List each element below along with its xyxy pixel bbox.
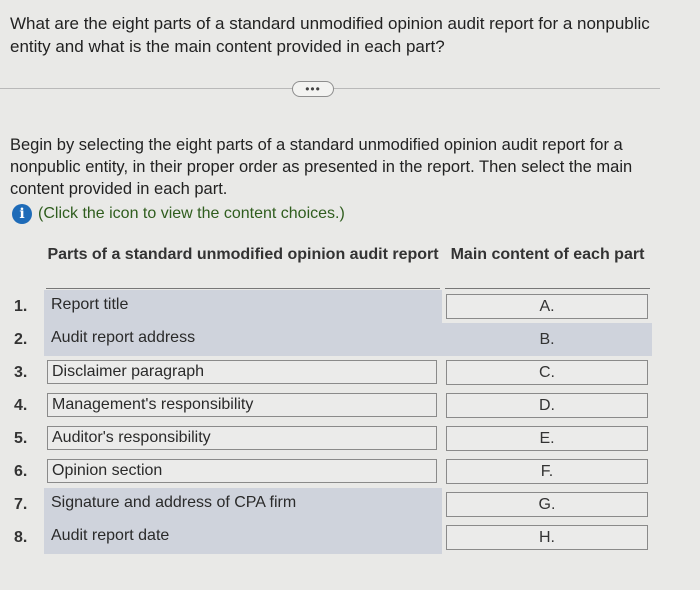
part-select[interactable]: Management's responsibility bbox=[47, 393, 437, 417]
table-row: 2. Audit report address B. bbox=[0, 323, 660, 356]
row-number: 6. bbox=[14, 463, 28, 480]
info-icon[interactable]: i bbox=[12, 204, 32, 224]
part-select[interactable]: Audit report date bbox=[47, 525, 437, 549]
content-select[interactable]: E. bbox=[446, 426, 648, 451]
content-select[interactable]: H. bbox=[446, 525, 648, 550]
column-header-parts: Parts of a standard unmodified opinion a… bbox=[47, 246, 439, 263]
table-row: 1. Report title A. bbox=[0, 290, 660, 323]
column-header-content: Main content of each part bbox=[450, 246, 645, 263]
row-number: 8. bbox=[14, 529, 28, 546]
table-row: 3. Disclaimer paragraph C. bbox=[0, 356, 660, 389]
hint-text: (Click the icon to view the content choi… bbox=[38, 205, 345, 222]
part-select[interactable]: Disclaimer paragraph bbox=[47, 360, 437, 384]
part-select[interactable]: Signature and address of CPA firm bbox=[47, 492, 437, 516]
table-row: 8. Audit report date H. bbox=[0, 521, 660, 554]
row-number: 1. bbox=[14, 298, 28, 315]
question-text: What are the eight parts of a standard u… bbox=[10, 14, 650, 56]
content-select[interactable]: G. bbox=[446, 492, 648, 517]
content-select[interactable]: B. bbox=[446, 327, 648, 352]
row-number: 3. bbox=[14, 364, 28, 381]
header-underline-parts bbox=[46, 288, 440, 289]
table-row: 4. Management's responsibility D. bbox=[0, 389, 660, 422]
table-row: 7. Signature and address of CPA firm G. bbox=[0, 488, 660, 521]
content-select[interactable]: D. bbox=[446, 393, 648, 418]
hint: i (Click the icon to view the content ch… bbox=[12, 204, 345, 224]
table-row: 6. Opinion section F. bbox=[0, 455, 660, 488]
content-select[interactable]: F. bbox=[446, 459, 648, 484]
expand-more-button[interactable]: ••• bbox=[292, 81, 334, 97]
row-number: 5. bbox=[14, 430, 28, 447]
part-select[interactable]: Report title bbox=[47, 294, 437, 318]
table-row: 5. Auditor's responsibility E. bbox=[0, 422, 660, 455]
row-number: 7. bbox=[14, 496, 28, 513]
part-select[interactable]: Auditor's responsibility bbox=[47, 426, 437, 450]
part-select[interactable]: Audit report address bbox=[47, 327, 437, 351]
header-underline-content bbox=[445, 288, 650, 289]
content-select[interactable]: A. bbox=[446, 294, 648, 319]
row-number: 2. bbox=[14, 331, 28, 348]
instructions-text: Begin by selecting the eight parts of a … bbox=[10, 136, 633, 198]
content-select[interactable]: C. bbox=[446, 360, 648, 385]
row-number: 4. bbox=[14, 397, 28, 414]
part-select[interactable]: Opinion section bbox=[47, 459, 437, 483]
